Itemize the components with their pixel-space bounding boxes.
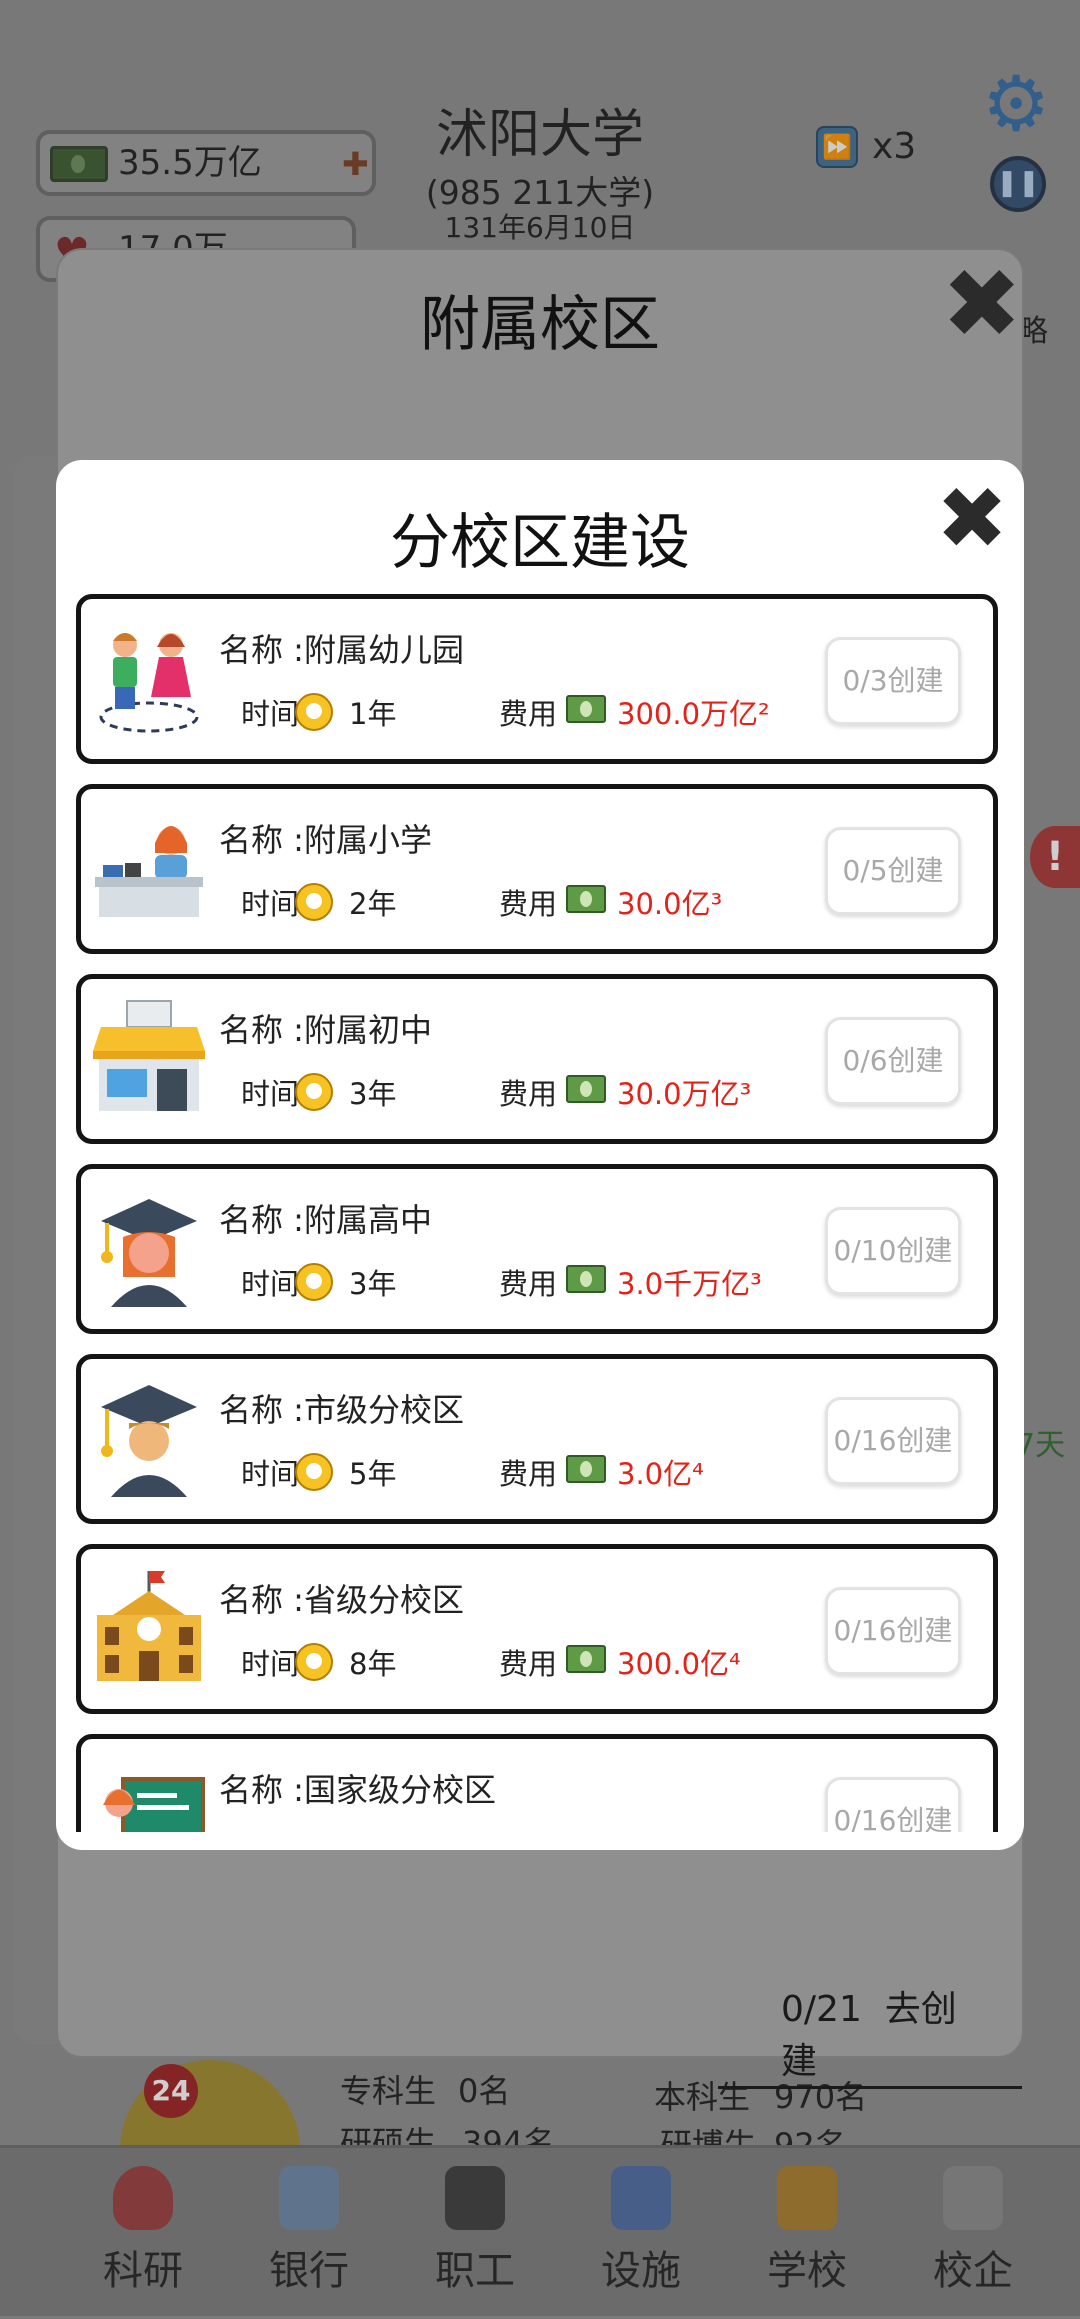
male-graduate-icon: [93, 1377, 205, 1497]
campus-card-junior-high: 名称 :附属初中 时间 3年 费用 30.0万亿³ 0/6创建: [76, 974, 998, 1144]
create-button[interactable]: 0/6创建: [825, 1017, 961, 1105]
branch-campus-list[interactable]: 名称 :附属幼儿园 时间 1年 费用 300.0万亿² 0/3创建 名称 :附属…: [76, 594, 998, 1832]
campus-card-kindergarten: 名称 :附属幼儿园 时间 1年 费用 300.0万亿² 0/3创建: [76, 594, 998, 764]
build-time: 8年: [349, 1647, 397, 1681]
campus-card-senior-high: 名称 :附属高中 时间 3年 费用 3.0千万亿³ 0/10创建: [76, 1164, 998, 1334]
campus-card-national-branch: 名称 :国家级分校区 0/16创建: [76, 1734, 998, 1832]
go-create-link[interactable]: 0/21 去创建: [718, 1980, 1022, 2089]
campus-name: 名称 :市级分校区: [219, 1391, 464, 1429]
campus-name: 名称 :附属初中: [219, 1011, 432, 1049]
time-label: 时间: [241, 1647, 300, 1681]
school-building-icon: [93, 997, 205, 1117]
time-label: 时间: [241, 697, 300, 731]
build-time: 3年: [349, 1267, 397, 1301]
campus-name: 名称 :附属幼儿园: [219, 631, 464, 669]
build-cost: 30.0亿³: [617, 887, 723, 921]
classroom-icon: [93, 1757, 205, 1832]
affiliated-campus-title: 附属校区: [420, 290, 660, 360]
create-button[interactable]: 0/5创建: [825, 827, 961, 915]
time-label: 时间: [241, 1457, 300, 1491]
time-label: 时间: [241, 1267, 300, 1301]
cost-label: 费用: [499, 1647, 558, 1681]
campus-card-primary-school: 名称 :附属小学 时间 2年 费用 30.0亿³ 0/5创建: [76, 784, 998, 954]
alarm-clock-icon: [295, 883, 333, 921]
money-bill-icon: [566, 1645, 606, 1673]
build-cost: 300.0亿⁴: [617, 1647, 741, 1681]
build-time: 5年: [349, 1457, 397, 1491]
branch-campus-title: 分校区建设: [390, 508, 690, 578]
alarm-clock-icon: [295, 1643, 333, 1681]
build-time: 1年: [349, 697, 397, 731]
build-cost: 300.0万亿²: [617, 697, 770, 731]
clock-tower-school-icon: [93, 1567, 205, 1687]
money-bill-icon: [566, 885, 606, 913]
female-graduate-icon: [93, 1187, 205, 1307]
create-button[interactable]: 0/10创建: [825, 1207, 961, 1295]
campus-name: 名称 :省级分校区: [219, 1581, 464, 1619]
teacher-desk-icon: [93, 807, 205, 927]
create-button[interactable]: 0/16创建: [825, 1397, 961, 1485]
create-button[interactable]: 0/16创建: [825, 1587, 961, 1675]
create-button[interactable]: 0/16创建: [825, 1777, 961, 1832]
cost-label: 费用: [499, 697, 558, 731]
campus-name: 名称 :附属高中: [219, 1201, 432, 1239]
campus-progress: 0/21: [781, 1989, 862, 2030]
branch-campus-dialog: 分校区建设 ✖ 名称 :附属幼儿园 时间 1年 费用 300.0万亿² 0/3创…: [56, 460, 1024, 1850]
money-bill-icon: [566, 695, 606, 723]
campus-name: 名称 :国家级分校区: [219, 1771, 496, 1809]
close-inner-dialog-icon[interactable]: ✖: [936, 476, 1008, 562]
time-label: 时间: [241, 887, 300, 921]
build-cost: 3.0亿⁴: [617, 1457, 704, 1491]
cost-label: 费用: [499, 1267, 558, 1301]
children-icon: [93, 617, 205, 737]
alarm-clock-icon: [295, 1453, 333, 1491]
money-bill-icon: [566, 1265, 606, 1293]
create-button[interactable]: 0/3创建: [825, 637, 961, 725]
build-time: 2年: [349, 887, 397, 921]
campus-card-provincial-branch: 名称 :省级分校区 时间 8年 费用 300.0亿⁴ 0/16创建: [76, 1544, 998, 1714]
money-bill-icon: [566, 1075, 606, 1103]
cost-label: 费用: [499, 1457, 558, 1491]
campus-card-city-branch: 名称 :市级分校区 时间 5年 费用 3.0亿⁴ 0/16创建: [76, 1354, 998, 1524]
alarm-clock-icon: [295, 1073, 333, 1111]
build-time: 3年: [349, 1077, 397, 1111]
cost-label: 费用: [499, 1077, 558, 1111]
time-label: 时间: [241, 1077, 300, 1111]
cost-label: 费用: [499, 887, 558, 921]
alarm-clock-icon: [295, 1263, 333, 1301]
campus-name: 名称 :附属小学: [219, 821, 432, 859]
money-bill-icon: [566, 1455, 606, 1483]
close-outer-dialog-icon[interactable]: ✖: [942, 256, 1022, 352]
build-cost: 30.0万亿³: [617, 1077, 752, 1111]
alarm-clock-icon: [295, 693, 333, 731]
build-cost: 3.0千万亿³: [617, 1267, 762, 1301]
